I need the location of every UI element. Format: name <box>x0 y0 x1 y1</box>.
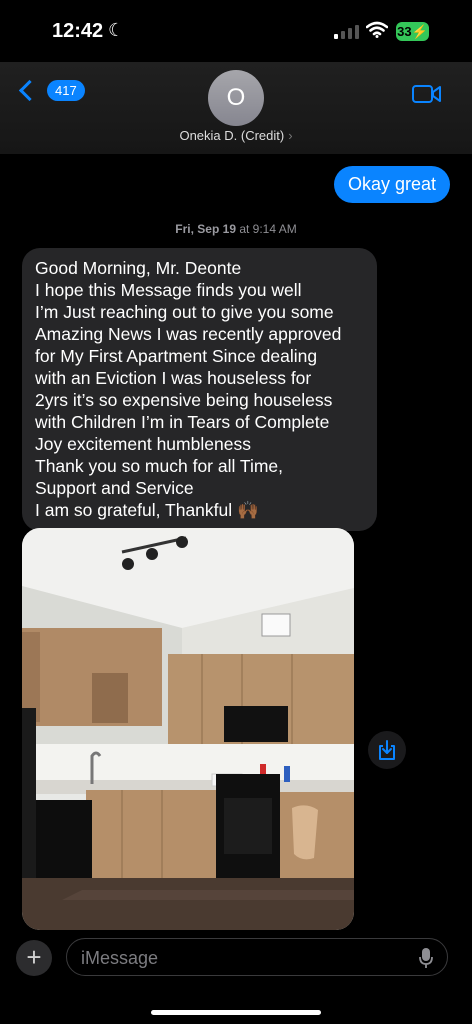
message-line: Support and Service <box>35 478 194 498</box>
home-indicator <box>151 1010 321 1015</box>
chevron-left-icon <box>18 79 41 102</box>
status-time: 12:42 <box>52 20 104 42</box>
message-line: with Children I’m in Tears of Complete <box>35 412 330 432</box>
download-icon <box>379 740 395 760</box>
kitchen-photo-image <box>22 528 354 930</box>
message-line: Good Morning, Mr. Deonte <box>35 258 242 278</box>
message-line: Joy excitement humbleness <box>35 434 251 454</box>
chevron-right-icon: › <box>288 128 293 143</box>
add-attachment-button[interactable]: + <box>16 940 52 976</box>
timestamp-day: Fri, Sep 19 <box>175 222 236 236</box>
video-call-icon[interactable] <box>412 84 442 104</box>
message-line: I’m Just reaching out to give you some <box>35 302 334 322</box>
attached-photo[interactable] <box>22 528 354 930</box>
message-line: for My First Apartment Since dealing <box>35 346 318 366</box>
raising-hands-emoji: 🙌🏾 <box>237 500 259 520</box>
message-line-last: I am so grateful, Thankful 🙌🏾 <box>35 499 365 521</box>
outgoing-message-bubble[interactable]: Okay great <box>333 166 450 203</box>
contact-name: Onekia D. (Credit) <box>179 128 285 143</box>
focus-moon-icon: ☾ <box>108 20 125 40</box>
back-button[interactable]: 417 <box>14 79 85 102</box>
battery-level: 33 <box>397 24 412 39</box>
status-bar: 12:42 ☾ 33⚡ <box>0 0 472 62</box>
wifi-icon <box>366 21 388 38</box>
message-line: I hope this Message finds you well <box>35 280 302 300</box>
message-timestamp: Fri, Sep 19 at 9:14 AM <box>0 222 472 236</box>
battery-icon: 33⚡ <box>396 22 429 41</box>
message-input[interactable]: iMessage <box>66 938 448 976</box>
cellular-signal-icon <box>334 25 360 39</box>
message-line: Amazing News I was recently approved <box>35 324 342 344</box>
message-input-placeholder: iMessage <box>81 948 159 968</box>
avatar[interactable]: O <box>208 70 264 126</box>
unread-count-badge: 417 <box>47 80 85 101</box>
contact-name-button[interactable]: Onekia D. (Credit) › <box>0 128 472 143</box>
message-line: I am so grateful, Thankful <box>35 500 233 520</box>
incoming-message-bubble[interactable]: Good Morning, Mr. Deonte I hope this Mes… <box>22 248 377 531</box>
microphone-icon[interactable] <box>419 947 433 969</box>
conversation-header: 417 O Onekia D. (Credit) › <box>0 62 472 154</box>
message-line: Thank you so much for all Time, <box>35 456 284 476</box>
message-line: with an Eviction I was houseless for <box>35 368 312 388</box>
save-photo-button[interactable] <box>368 731 406 769</box>
timestamp-time: at 9:14 AM <box>236 222 297 236</box>
message-line: 2yrs it’s so expensive being houseless <box>35 390 333 410</box>
